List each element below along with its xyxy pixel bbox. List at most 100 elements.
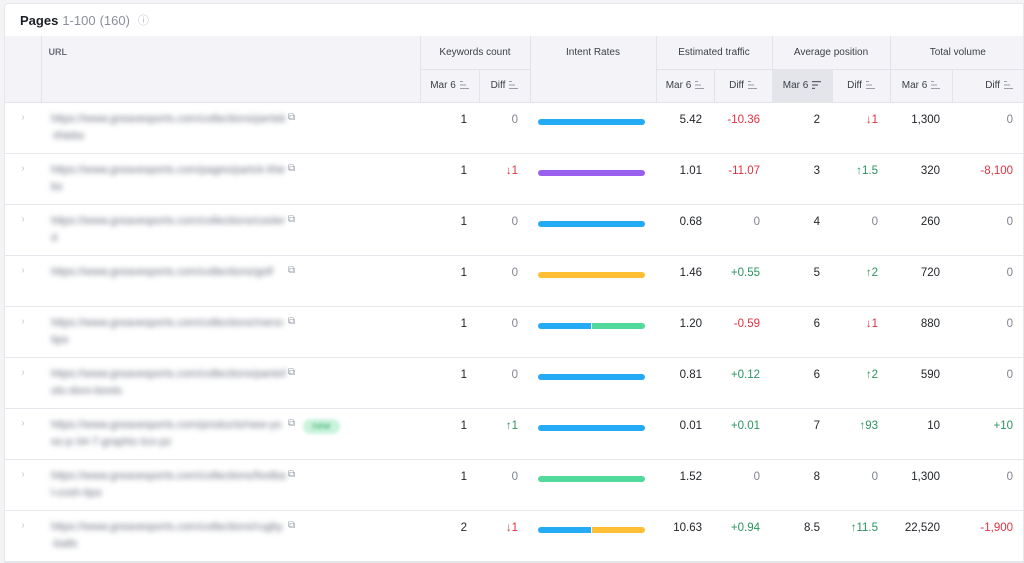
ap-diff-sort[interactable]: Diff: [832, 69, 891, 103]
table-body: › https://www.greavesports.com/collectio…: [5, 102, 1023, 562]
sort-label: Diff: [847, 80, 862, 91]
average-position: 8: [772, 459, 833, 511]
page-url-link[interactable]: https://www.greavesports.com/collections…: [51, 468, 286, 502]
estimated-traffic-diff: -11.07: [714, 153, 773, 205]
intent-bar: [538, 220, 645, 227]
total-volume-diff: 0: [952, 357, 1023, 409]
total-volume: 22,520: [890, 510, 953, 562]
url-cell: https://www.greavesports.com/pages/partc…: [41, 153, 420, 205]
total-volume-diff: +10: [952, 408, 1023, 460]
average-position-diff: 0: [832, 204, 891, 256]
page-url-link[interactable]: https://www.greavesports.com/pages/partc…: [51, 162, 286, 196]
kw-diff-sort[interactable]: Diff: [479, 69, 531, 103]
expand-row-toggle[interactable]: ›: [5, 459, 41, 511]
expand-row-toggle[interactable]: ›: [5, 408, 41, 460]
page-url-link[interactable]: https://www.greavesports.com/collections…: [51, 213, 286, 247]
sort-label: Diff: [985, 80, 1001, 91]
intent-rates-cell: [530, 102, 656, 154]
tv-diff-sort[interactable]: Diff: [952, 69, 1023, 103]
sort-icon: [695, 81, 705, 90]
external-link-icon[interactable]: ⧉: [288, 418, 295, 429]
keywords-diff: ↑1: [479, 408, 530, 460]
estimated-traffic-diff: +0.01: [714, 408, 773, 460]
total-volume-diff: 0: [952, 102, 1023, 154]
external-link-icon[interactable]: ⧉: [288, 520, 295, 531]
expand-row-toggle[interactable]: ›: [5, 255, 41, 307]
et-date-sort[interactable]: Mar 6: [656, 69, 715, 103]
table-row: › https://www.greavesports.com/collectio…: [5, 255, 1023, 307]
page-url-link[interactable]: https://www.greavesports.com/products/ne…: [51, 417, 286, 451]
estimated-traffic: 1.01: [656, 153, 714, 205]
expand-row-toggle[interactable]: ›: [5, 510, 41, 562]
external-link-icon[interactable]: ⧉: [288, 367, 295, 378]
page-url-link[interactable]: https://www.greavesports.com/collections…: [51, 366, 286, 400]
intent-bar: [538, 373, 645, 380]
ap-date-sort-active[interactable]: Mar 6: [772, 69, 833, 103]
intent-segment-informational: [538, 373, 645, 380]
average-position: 8.5: [772, 510, 833, 562]
total-volume: 320: [890, 153, 953, 205]
estimated-traffic: 1.46: [656, 255, 714, 307]
sort-icon: [459, 81, 469, 90]
intent-segment-navigational: [538, 169, 645, 176]
sort-label: Mar 6: [901, 80, 928, 91]
external-link-icon[interactable]: ⧉: [288, 469, 295, 480]
page-url-link[interactable]: https://www.greavesports.com/collections…: [51, 519, 286, 553]
total-volume-diff: 0: [952, 459, 1023, 511]
estimated-traffic-diff: +0.94: [714, 510, 773, 562]
table-row: › https://www.greavesports.com/collectio…: [5, 102, 1023, 154]
intent-segment-informational: [538, 118, 645, 125]
kw-date-sort[interactable]: Mar 6: [420, 69, 480, 103]
tv-date-sort[interactable]: Mar 6: [890, 69, 953, 103]
keywords-diff: 0: [479, 459, 530, 511]
external-link-icon[interactable]: ⧉: [288, 214, 295, 225]
sort-icon: [931, 81, 941, 90]
average-position-diff: 0: [832, 459, 891, 511]
page-url-link[interactable]: https://www.greavesports.com/collections…: [51, 315, 286, 349]
chevron-right-icon: ›: [21, 519, 25, 531]
intent-bar: [538, 118, 645, 125]
et-diff-sort[interactable]: Diff: [714, 69, 773, 103]
estimated-traffic: 0.81: [656, 357, 714, 409]
url-column-header[interactable]: URL: [41, 36, 421, 103]
page-url-link[interactable]: https://www.greavesports.com/collections…: [51, 264, 286, 281]
average-position: 2: [772, 102, 833, 154]
estimated-traffic: 1.52: [656, 459, 714, 511]
expand-row-toggle[interactable]: ›: [5, 306, 41, 358]
total-volume-diff: 0: [952, 306, 1023, 358]
expand-row-toggle[interactable]: ›: [5, 153, 41, 205]
estimated-traffic-diff: -10.36: [714, 102, 773, 154]
external-link-icon[interactable]: ⧉: [288, 265, 295, 276]
url-cell: https://www.greavesports.com/collections…: [41, 102, 420, 154]
total-volume: 1,300: [890, 459, 953, 511]
estimated-traffic-diff: -0.59: [714, 306, 773, 358]
table-row: › https://www.greavesports.com/products/…: [5, 408, 1023, 460]
url-cell: https://www.greavesports.com/collections…: [41, 510, 420, 562]
keywords-count: 1: [420, 357, 479, 409]
average-position-diff: ↑2: [832, 357, 891, 409]
estimated-traffic-diff: +0.12: [714, 357, 773, 409]
intent-segment-informational: [538, 526, 591, 533]
average-position: 3: [772, 153, 833, 205]
expand-row-toggle[interactable]: ›: [5, 357, 41, 409]
total-volume: 260: [890, 204, 953, 256]
external-link-icon[interactable]: ⧉: [288, 316, 295, 327]
external-link-icon[interactable]: ⧉: [288, 112, 295, 123]
url-cell: https://www.greavesports.com/collections…: [41, 204, 420, 256]
sort-icon: [509, 81, 519, 90]
total-volume-diff: 0: [952, 204, 1023, 256]
average-position-diff: ↑93: [832, 408, 891, 460]
keywords-count: 1: [420, 306, 479, 358]
intent-rates-cell: [530, 306, 656, 358]
sort-label: Mar 6: [665, 80, 692, 91]
page-url-link[interactable]: https://www.greavesports.com/collections…: [51, 111, 286, 145]
external-link-icon[interactable]: ⧉: [288, 163, 295, 174]
table-row: › https://www.greavesports.com/pages/par…: [5, 153, 1023, 205]
total-count: (160): [99, 12, 130, 28]
sort-icon: [865, 81, 875, 90]
expand-row-toggle[interactable]: ›: [5, 204, 41, 256]
estimated-traffic: 1.20: [656, 306, 714, 358]
info-icon[interactable]: ⓘ: [138, 12, 149, 28]
expand-row-toggle[interactable]: ›: [5, 102, 41, 154]
url-cell: https://www.greavesports.com/collections…: [41, 306, 420, 358]
